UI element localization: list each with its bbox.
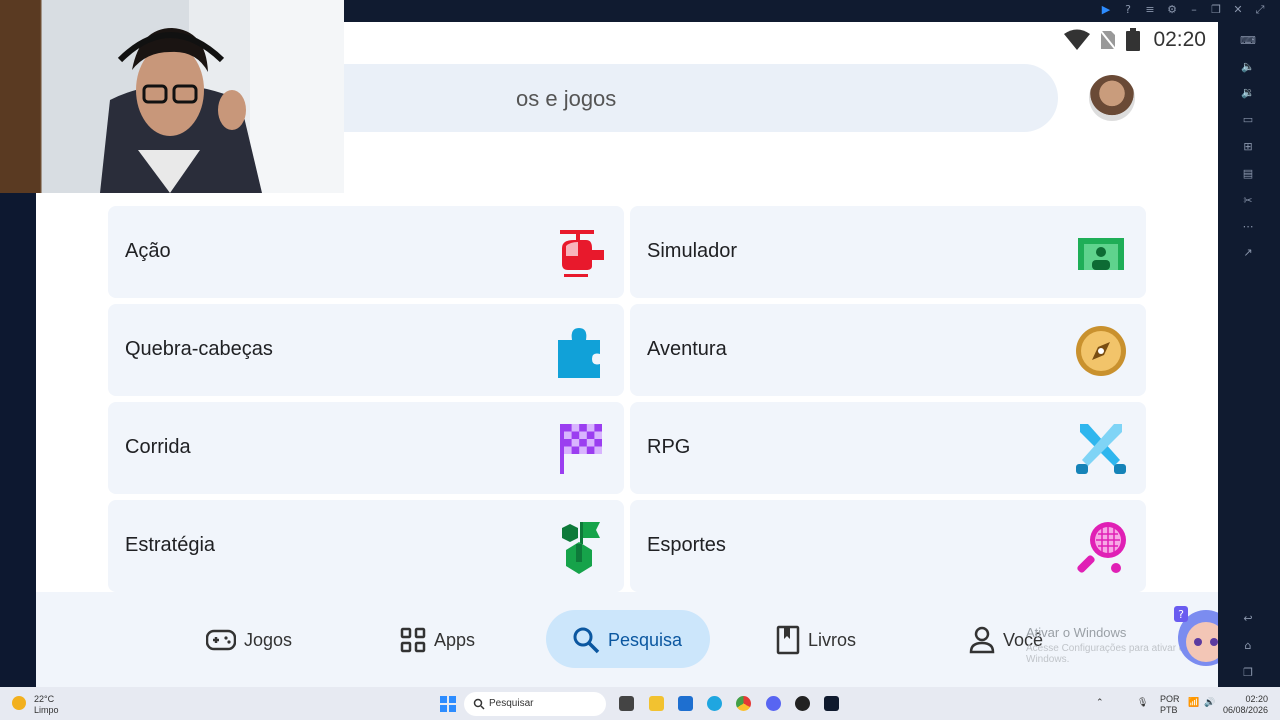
tennis-racket-icon: [1077, 522, 1126, 573]
apps-grid-icon: [400, 627, 426, 653]
category-label: RPG: [647, 436, 691, 458]
scissors-icon[interactable]: ✂: [1240, 194, 1256, 208]
puzzle-icon: [558, 328, 600, 378]
category-card-acao[interactable]: Ação: [108, 206, 624, 298]
category-card-estrategia[interactable]: Estratégia: [108, 500, 624, 592]
book-icon: [776, 625, 800, 655]
volume-down-icon[interactable]: 🔉: [1240, 86, 1256, 100]
status-time: 02:20: [1153, 28, 1206, 51]
settings-icon[interactable]: ⚙: [1166, 3, 1178, 17]
windows-taskbar: 22°C Limpo Pesquisar ⌃ 🎙 POR PTB 📶 🔊 02:…: [0, 687, 1280, 720]
search-icon: [573, 627, 600, 654]
expand-icon[interactable]: ⤢: [1254, 3, 1266, 17]
emulator-window-controls: ▶ ? ≡ ⚙ – ❐ ✕ ⤢: [1100, 3, 1266, 17]
external-link-icon[interactable]: ↗: [1240, 246, 1256, 260]
nav-games[interactable]: Jogos: [206, 625, 292, 655]
start-button[interactable]: [440, 696, 456, 712]
category-label: Esportes: [647, 534, 726, 556]
language-secondary[interactable]: PTB: [1160, 705, 1178, 715]
close-icon[interactable]: ✕: [1232, 3, 1244, 17]
obs-icon[interactable]: [795, 696, 810, 711]
simulator-icon: [1078, 238, 1124, 270]
nav-search[interactable]: Pesquisa: [572, 625, 682, 655]
nav-books-label: Livros: [808, 629, 857, 650]
status-bar: 02:20: [1063, 28, 1206, 52]
keyboard-icon[interactable]: ⌨: [1240, 34, 1256, 48]
windows-activation-title: Ativar o Windows: [1026, 625, 1127, 640]
taskbar-search-label: Pesquisar: [489, 698, 534, 709]
volume-up-icon[interactable]: 🔈: [1240, 60, 1256, 74]
svg-text:?: ?: [1178, 608, 1184, 621]
compass-icon: [1076, 326, 1126, 376]
no-sim-icon: [1099, 29, 1118, 51]
assistant-mascot-icon[interactable]: ?: [1170, 602, 1218, 670]
restore-icon[interactable]: ❐: [1210, 3, 1222, 17]
gamepad-icon: [206, 629, 236, 651]
language-primary[interactable]: POR: [1160, 694, 1180, 704]
tray-overflow-icon[interactable]: ⌃: [1096, 697, 1104, 708]
helicopter-icon: [560, 230, 604, 277]
taskbar-search-box[interactable]: Pesquisar: [464, 692, 606, 716]
edge-icon[interactable]: [707, 696, 722, 711]
emulator-side-toolbar: ⌨ 🔈 🔉 ▭ ⊞ ▤ ✂ ⋯ ↗ ↩ ⌂ ❐: [1218, 22, 1280, 687]
category-card-aventura[interactable]: Aventura: [630, 304, 1146, 396]
category-card-simulador[interactable]: Simulador: [630, 206, 1146, 298]
file-explorer-icon[interactable]: [649, 696, 664, 711]
nav-apps[interactable]: Apps: [400, 625, 475, 655]
nav-apps-label: Apps: [434, 629, 476, 650]
webcam-overlay: [0, 0, 344, 193]
category-card-corrida[interactable]: Corrida: [108, 402, 624, 494]
discord-icon[interactable]: [766, 696, 781, 711]
category-label: Quebra-cabeças: [125, 338, 273, 360]
strategy-flag-icon: [562, 522, 600, 574]
play-icon[interactable]: ▶: [1100, 3, 1112, 17]
menu-icon[interactable]: ≡: [1144, 3, 1156, 17]
taskbar-search-icon: [473, 698, 485, 710]
task-view-icon[interactable]: [619, 696, 634, 711]
category-card-esportes[interactable]: Esportes: [630, 500, 1146, 592]
category-card-quebra-cabecas[interactable]: Quebra-cabeças: [108, 304, 624, 396]
avatar[interactable]: [1089, 75, 1135, 121]
store-icon[interactable]: [678, 696, 693, 711]
screen-icon[interactable]: ▭: [1240, 113, 1256, 127]
home-icon[interactable]: ⌂: [1240, 639, 1256, 653]
checkered-flag-icon: [560, 424, 602, 474]
microphone-icon[interactable]: 🎙: [1137, 697, 1148, 708]
weather-temp: 22°C: [34, 694, 55, 704]
nav-search-label: Pesquisa: [608, 629, 683, 650]
search-text: os e jogos: [516, 86, 617, 111]
person-icon: [969, 626, 995, 654]
chrome-icon[interactable]: [736, 696, 751, 711]
category-card-rpg[interactable]: RPG: [630, 402, 1146, 494]
weather-desc: Limpo: [34, 705, 59, 715]
category-label: Ação: [125, 240, 171, 262]
search-input[interactable]: os e jogos: [254, 64, 1058, 132]
taskbar-clock-date[interactable]: 06/08/2026: [1222, 705, 1268, 715]
category-label: Aventura: [647, 338, 727, 360]
webcam-person-image: [0, 0, 344, 193]
category-label: Corrida: [125, 436, 191, 458]
category-label: Simulador: [647, 240, 738, 262]
recents-icon[interactable]: ❐: [1240, 666, 1256, 680]
nav-games-label: Jogos: [244, 629, 293, 650]
weather-icon[interactable]: [12, 696, 26, 710]
network-icon[interactable]: 📶: [1188, 697, 1199, 708]
folder-icon[interactable]: ▤: [1240, 167, 1256, 181]
battery-icon: [1126, 28, 1141, 51]
minimize-icon[interactable]: –: [1188, 3, 1200, 17]
wifi-icon: [1064, 29, 1091, 50]
speaker-icon[interactable]: 🔊: [1204, 697, 1215, 708]
back-icon[interactable]: ↩: [1240, 612, 1256, 626]
taskbar-clock-time[interactable]: 02:20: [1226, 694, 1268, 704]
crossed-swords-icon: [1076, 424, 1126, 474]
help-icon[interactable]: ?: [1122, 3, 1134, 17]
category-label: Estratégia: [125, 534, 216, 556]
more-icon[interactable]: ⋯: [1240, 220, 1256, 234]
emulator-app-icon[interactable]: [824, 696, 839, 711]
nav-books[interactable]: Livros: [776, 625, 856, 655]
install-apk-icon[interactable]: ⊞: [1240, 140, 1256, 154]
